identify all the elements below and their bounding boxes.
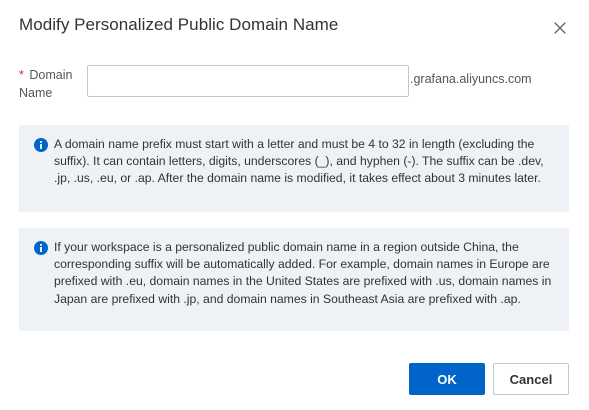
notice-region-suffix: If your workspace is a personalized publ… bbox=[19, 228, 569, 331]
required-marker: * bbox=[19, 68, 24, 82]
close-icon bbox=[554, 22, 566, 34]
close-button[interactable] bbox=[551, 19, 569, 37]
domain-suffix: .grafana.aliyuncs.com bbox=[410, 72, 532, 86]
cancel-button[interactable]: Cancel bbox=[493, 363, 569, 395]
domain-name-input[interactable] bbox=[87, 65, 409, 97]
dialog-title: Modify Personalized Public Domain Name bbox=[19, 15, 339, 34]
notice-text: If your workspace is a personalized publ… bbox=[54, 240, 552, 306]
domain-name-label-text: Domain Name bbox=[19, 68, 73, 100]
domain-name-label: * Domain Name bbox=[19, 66, 83, 102]
notice-text: A domain name prefix must start with a l… bbox=[54, 137, 544, 186]
info-icon bbox=[34, 241, 48, 255]
notice-domain-rules: A domain name prefix must start with a l… bbox=[19, 125, 569, 212]
info-icon bbox=[34, 138, 48, 152]
ok-button[interactable]: OK bbox=[409, 363, 485, 395]
modify-domain-dialog: Modify Personalized Public Domain Name *… bbox=[0, 0, 589, 410]
